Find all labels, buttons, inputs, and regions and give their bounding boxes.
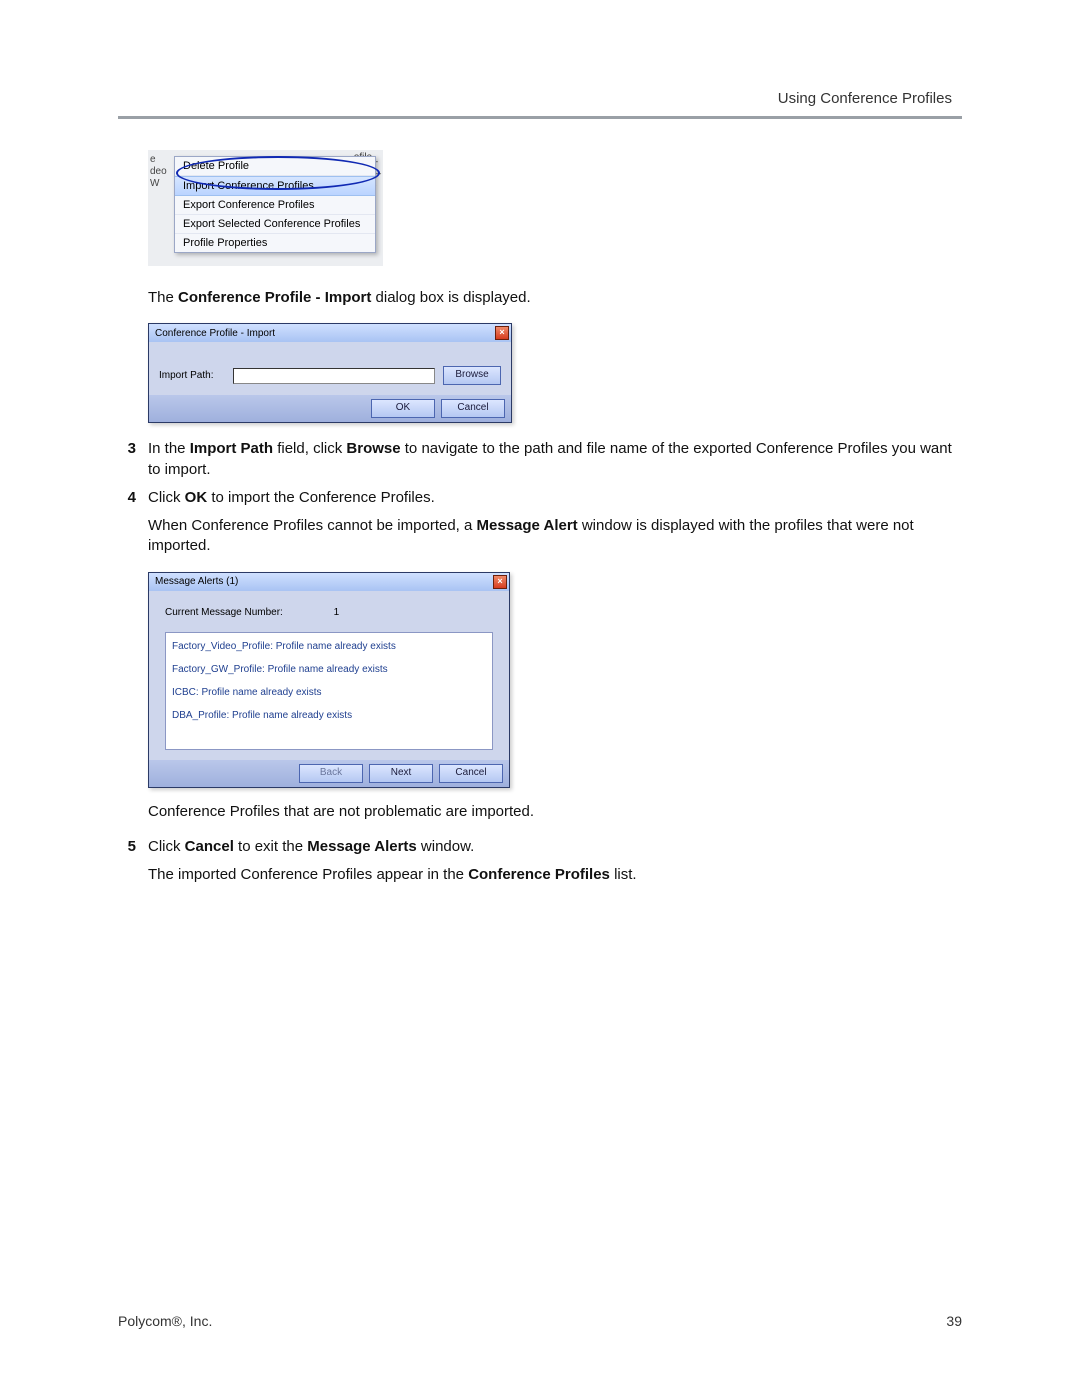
footer-company: Polycom®, Inc. bbox=[118, 1313, 212, 1329]
list-item: Factory_Video_Profile: Profile name alre… bbox=[172, 639, 486, 662]
dialog-titlebar: Message Alerts (1) × bbox=[149, 573, 509, 591]
menu-import-profiles[interactable]: Import Conference Profiles bbox=[175, 176, 375, 196]
list-item: ICBC: Profile name already exists bbox=[172, 685, 486, 708]
cancel-button[interactable]: Cancel bbox=[439, 764, 503, 783]
context-menu: Delete Profile Import Conference Profile… bbox=[174, 156, 376, 253]
header-chapter: Using Conference Profiles bbox=[778, 90, 952, 107]
content: e deo W ofile_ ctory_ tory_ Delete Profi… bbox=[118, 150, 962, 900]
browse-button[interactable]: Browse bbox=[443, 366, 501, 385]
current-message-number: Current Message Number: 1 bbox=[165, 607, 493, 618]
import-path-label: Import Path: bbox=[159, 370, 225, 381]
menu-export-selected[interactable]: Export Selected Conference Profiles bbox=[175, 215, 375, 234]
step-5: 5 Click Cancel to exit the Message Alert… bbox=[118, 837, 962, 857]
menu-delete-profile[interactable]: Delete Profile bbox=[175, 157, 375, 176]
header-rule bbox=[118, 116, 962, 119]
list-item: DBA_Profile: Profile name already exists bbox=[172, 708, 486, 731]
step-number: 4 bbox=[118, 488, 136, 508]
step-4-para2: When Conference Profiles cannot be impor… bbox=[148, 516, 962, 557]
step-4: 4 Click OK to import the Conference Prof… bbox=[118, 488, 962, 508]
alert-list: Factory_Video_Profile: Profile name alre… bbox=[165, 632, 493, 750]
menu-profile-properties[interactable]: Profile Properties bbox=[175, 234, 375, 252]
ok-button[interactable]: OK bbox=[371, 399, 435, 418]
close-icon[interactable]: × bbox=[493, 575, 507, 589]
menu-export-profiles[interactable]: Export Conference Profiles bbox=[175, 196, 375, 215]
back-button[interactable]: Back bbox=[299, 764, 363, 783]
close-icon[interactable]: × bbox=[495, 326, 509, 340]
step-number: 5 bbox=[118, 837, 136, 857]
footer-page-number: 39 bbox=[946, 1313, 962, 1329]
step-number: 3 bbox=[118, 439, 136, 480]
cancel-button[interactable]: Cancel bbox=[441, 399, 505, 418]
step-5-para2: The imported Conference Profiles appear … bbox=[148, 865, 962, 885]
sentence-import-dialog: The Conference Profile - Import dialog b… bbox=[148, 288, 962, 308]
step-3: 3 In the Import Path field, click Browse… bbox=[118, 439, 962, 480]
import-path-input[interactable] bbox=[233, 368, 435, 384]
import-dialog: Conference Profile - Import × Import Pat… bbox=[148, 323, 512, 423]
dialog-titlebar: Conference Profile - Import × bbox=[149, 324, 511, 342]
context-menu-screenshot: e deo W ofile_ ctory_ tory_ Delete Profi… bbox=[148, 150, 383, 266]
list-item: Factory_GW_Profile: Profile name already… bbox=[172, 662, 486, 685]
message-alerts-dialog: Message Alerts (1) × Current Message Num… bbox=[148, 572, 510, 788]
dialog-title: Message Alerts (1) bbox=[155, 576, 238, 587]
next-button[interactable]: Next bbox=[369, 764, 433, 783]
dialog-title: Conference Profile - Import bbox=[155, 328, 275, 339]
after-ma-text: Conference Profiles that are not problem… bbox=[148, 802, 962, 822]
page: Using Conference Profiles e deo W ofile_… bbox=[0, 0, 1080, 1397]
